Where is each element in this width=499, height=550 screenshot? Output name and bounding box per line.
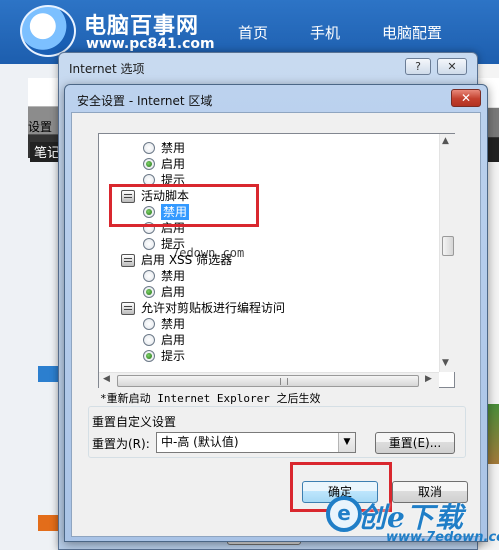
radio-checked-icon[interactable] xyxy=(143,350,155,362)
radio-unchecked-icon[interactable] xyxy=(143,238,155,250)
radio-checked-icon[interactable] xyxy=(143,286,155,298)
reset-button[interactable]: 重置(E)... xyxy=(375,432,455,454)
reset-level-select[interactable]: 中-高 (默认值) ▼ xyxy=(156,432,356,453)
settings-tree: 禁用 启用 提示 活动脚本 禁用 启用 提示 启用 XSS 筛选器 禁用 启用 允许对剪贴板进行编程… xyxy=(99,134,439,372)
scroll-up-icon[interactable]: ▲ xyxy=(442,136,449,146)
chevron-down-icon[interactable]: ▼ xyxy=(338,433,355,452)
settings-option-label: 启用 xyxy=(161,157,186,171)
radio-unchecked-icon[interactable] xyxy=(143,270,155,282)
radio-checked-icon[interactable] xyxy=(143,158,155,170)
settings-category-icon xyxy=(121,302,135,315)
active-scripting-highlight xyxy=(109,184,259,227)
radio-unchecked-icon[interactable] xyxy=(143,334,155,346)
settings-option-label: 禁用 xyxy=(161,317,186,331)
horizontal-scrollbar[interactable]: ◀ ▶ xyxy=(99,372,439,388)
settings-option-label: 启用 xyxy=(161,285,186,299)
settings-option-label: 禁用 xyxy=(161,141,186,155)
scroll-down-icon[interactable]: ▼ xyxy=(442,358,449,368)
settings-category-label: 允许对剪贴板进行编程访问 xyxy=(141,301,286,315)
site-logo-icon xyxy=(20,5,76,57)
scroll-left-icon[interactable]: ◀ xyxy=(103,374,110,384)
site-nav-home[interactable]: 首页 xyxy=(238,22,268,43)
reset-to-label: 重置为(R): xyxy=(92,437,150,451)
watermark-url: www.7edown.com xyxy=(386,530,499,545)
settings-option-label: 禁用 xyxy=(161,269,186,283)
settings-group-label: 设置 xyxy=(28,120,53,134)
scroll-grip-icon xyxy=(280,378,288,385)
settings-list-box: 禁用 启用 提示 活动脚本 禁用 启用 提示 启用 XSS 筛选器 禁用 启用 允许对剪贴板进行编程… xyxy=(98,133,455,388)
watermark-text: 7edown.com xyxy=(172,246,245,260)
watermark-logo-icon: e xyxy=(326,496,362,532)
site-nav-pc-config[interactable]: 电脑配置 xyxy=(382,22,442,43)
site-url: www.pc841.com xyxy=(86,36,215,52)
restart-note: *重新启动 Internet Explorer 之后生效 xyxy=(100,392,321,405)
settings-category-icon xyxy=(121,254,135,267)
radio-unchecked-icon[interactable] xyxy=(143,318,155,330)
horizontal-scroll-thumb[interactable] xyxy=(117,375,419,387)
dialog-close-button[interactable]: ✕ xyxy=(451,89,481,107)
scroll-right-icon[interactable]: ▶ xyxy=(425,374,432,384)
help-button[interactable]: ? xyxy=(405,58,431,75)
vertical-scrollbar[interactable]: ▲ ▼ xyxy=(439,134,455,372)
reset-group-title: 重置自定义设置 xyxy=(92,415,177,429)
settings-option-label: 提示 xyxy=(161,349,186,363)
outer-close-button[interactable]: ✕ xyxy=(437,58,467,75)
vertical-scroll-thumb[interactable] xyxy=(442,236,454,256)
site-right-image xyxy=(488,404,499,464)
security-settings-title: 安全设置 - Internet 区域 xyxy=(77,94,213,108)
internet-options-title: Internet 选项 xyxy=(69,62,145,76)
radio-unchecked-icon[interactable] xyxy=(143,142,155,154)
settings-option-label: 启用 xyxy=(161,333,186,347)
site-nav-mobile[interactable]: 手机 xyxy=(310,22,340,43)
reset-level-value: 中-高 (默认值) xyxy=(161,435,239,449)
